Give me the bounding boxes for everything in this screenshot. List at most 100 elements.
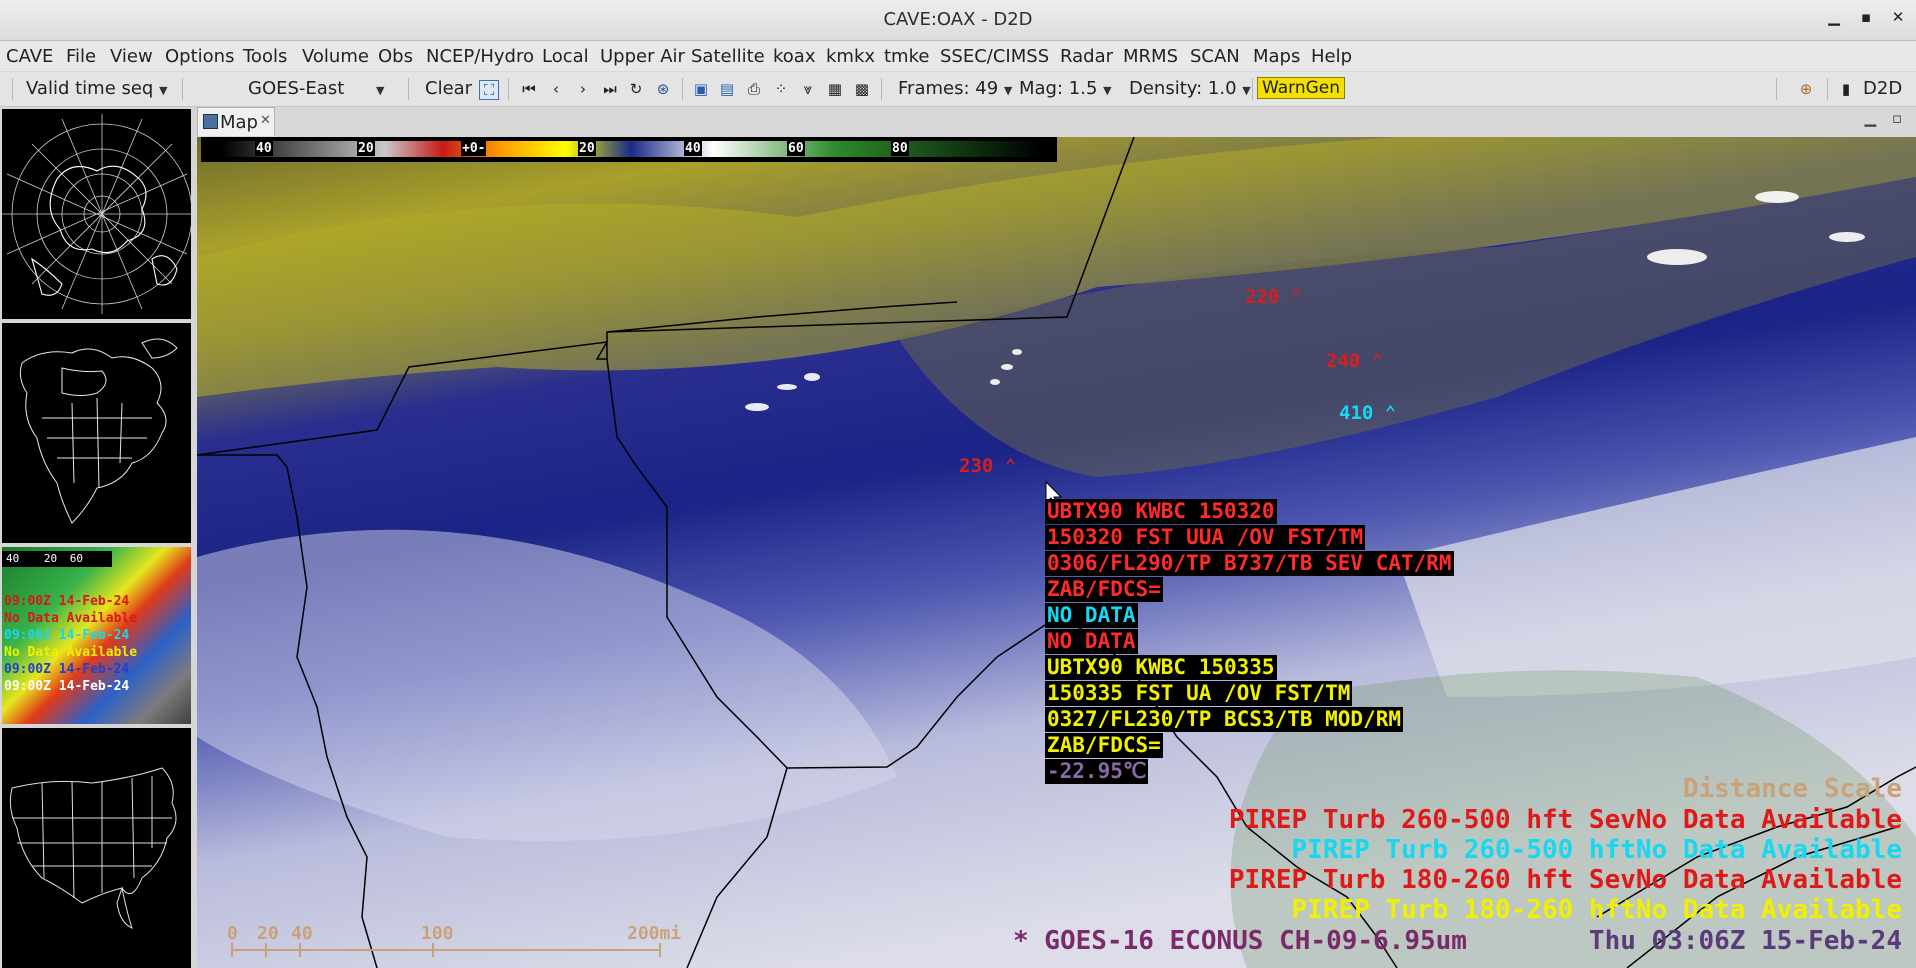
tab-map-label: Map xyxy=(220,112,258,133)
step-back-icon[interactable]: ‹ xyxy=(547,80,565,98)
toggle-density-icon[interactable]: ⩔ xyxy=(799,80,817,98)
density-dropdown[interactable]: Density: 1.0 ▼ xyxy=(1129,78,1251,99)
pirep-marker[interactable]: 220 ⌃ xyxy=(1245,286,1302,308)
sample-line: 150320 FST UUA /OV FST/TM xyxy=(1045,525,1366,550)
thumbnail-time-4: 09:00Z 14-Feb-24 xyxy=(4,679,130,694)
d2d-perspective-icon[interactable]: ▮ xyxy=(1837,80,1855,98)
menu-help[interactable]: Help xyxy=(1311,46,1352,67)
thumbnail-radar-mosaic[interactable]: 40 20 60 09:00Z 14-Feb-24 No Data Availa… xyxy=(2,547,191,724)
d2d-perspective-button[interactable]: D2D xyxy=(1863,78,1902,99)
sample-line: 0306/FL290/TP B737/TB SEV CAT/RM xyxy=(1045,551,1454,576)
turbulence-icon: ⌃ xyxy=(1290,286,1303,308)
menu-ssec-cimss[interactable]: SSEC/CIMSS xyxy=(940,46,1049,67)
minimize-button[interactable]: ▁ xyxy=(1821,8,1847,32)
legend-distance-scale[interactable]: Distance Scale xyxy=(1683,774,1902,804)
menu-cave[interactable]: CAVE xyxy=(6,46,53,67)
chevron-down-icon: ▼ xyxy=(159,84,168,97)
clear-button[interactable]: Clear xyxy=(425,78,472,99)
colorbar-tick: 20 xyxy=(578,141,596,156)
menu-koax[interactable]: koax xyxy=(773,46,815,67)
map-canvas[interactable]: 40 20 +0- 20 40 60 80 220 ⌃ 240 ⌃ 410 ⌃ … xyxy=(197,137,1916,968)
thumbnail-time-3: 09:00Z 14-Feb-24 xyxy=(4,662,130,677)
frames-label: Frames: 49 xyxy=(898,78,999,99)
zoom-extent-icon[interactable]: ⛶ xyxy=(479,80,499,100)
turbulence-icon: ⌃ xyxy=(1004,455,1017,477)
sample-line: 150335 FST UA /OV FST/TM xyxy=(1045,681,1353,706)
sample-line: ZAB/FDCS= xyxy=(1045,733,1163,758)
first-frame-icon[interactable]: ⏮ xyxy=(520,80,538,98)
thumbnail-colorbar: 40 20 60 xyxy=(2,551,112,567)
pirep-marker[interactable]: 410 ⌃ xyxy=(1339,402,1396,424)
legend-pirep-260-500[interactable]: PIREP Turb 260-500 hftNo Data Available xyxy=(1292,835,1902,865)
chevron-down-icon: ▼ xyxy=(375,84,385,97)
sample-icon[interactable]: ⁘ xyxy=(772,80,790,98)
menu-ncep-hydro[interactable]: NCEP/Hydro xyxy=(426,46,534,67)
pirep-marker[interactable]: 230 ⌃ xyxy=(959,455,1016,477)
minimize-view-icon[interactable]: ▁ xyxy=(1864,109,1876,127)
menu-file[interactable]: File xyxy=(66,46,96,67)
legend-product[interactable]: * GOES-16 ECONUS CH-09-6.95um xyxy=(1013,926,1467,956)
turbulence-icon: ⌃ xyxy=(1371,350,1384,372)
sample-line: 0327/FL230/TP BCS3/TB MOD/RM xyxy=(1045,707,1404,732)
mag-dropdown[interactable]: Mag: 1.5 ▼ xyxy=(1019,78,1112,99)
sample-line: NO DATA xyxy=(1045,603,1138,628)
maximize-view-icon[interactable]: ▫ xyxy=(1892,109,1902,127)
colorbar-tick: 40 xyxy=(255,141,273,156)
menu-mrms[interactable]: MRMS xyxy=(1123,46,1178,67)
source-dropdown[interactable]: GOES-East ▼ xyxy=(248,78,384,99)
menu-tools[interactable]: Tools xyxy=(243,46,287,67)
pirep-marker[interactable]: 240 ⌃ xyxy=(1326,350,1383,372)
menu-bar: CAVE File View Options Tools Volume Obs … xyxy=(0,41,1916,71)
four-panel-icon[interactable]: ▩ xyxy=(853,80,871,98)
menu-radar[interactable]: Radar xyxy=(1060,46,1113,67)
menu-kmkx[interactable]: kmkx xyxy=(826,46,875,67)
image-properties-icon[interactable]: ▣ xyxy=(692,80,710,98)
thumbnail-time-2: 09:00Z 14-Feb-24 xyxy=(4,628,130,643)
menu-upper-air[interactable]: Upper Air xyxy=(600,46,685,67)
last-frame-icon[interactable]: ⏭ xyxy=(601,80,619,98)
open-perspective-icon[interactable]: ⊕ xyxy=(1797,80,1815,98)
menu-scan[interactable]: SCAN xyxy=(1190,46,1240,67)
menu-local[interactable]: Local xyxy=(542,46,589,67)
frames-dropdown[interactable]: Frames: 49 ▼ xyxy=(898,78,1012,99)
maximize-button[interactable]: ▪ xyxy=(1853,8,1879,32)
thumbnail-conus-map[interactable] xyxy=(2,728,191,968)
thumbnail-north-america[interactable] xyxy=(2,323,191,543)
colorbar-tick: 80 xyxy=(891,141,909,156)
loop-properties-icon[interactable]: ⊛ xyxy=(654,80,672,98)
colorbar-tick: 60 xyxy=(787,141,805,156)
menu-view[interactable]: View xyxy=(110,46,153,67)
sample-line: UBTX90 KWBC 150320 xyxy=(1045,499,1277,524)
print-icon[interactable]: ⎙ xyxy=(745,80,763,98)
thumbnail-polar-map[interactable] xyxy=(2,109,191,319)
source-label: GOES-East xyxy=(248,78,345,99)
tab-map[interactable]: Map ✕ xyxy=(197,107,275,136)
thumbnail-nodata-2: No Data Available xyxy=(4,645,138,660)
menu-obs[interactable]: Obs xyxy=(378,46,413,67)
chevron-down-icon: ▼ xyxy=(1103,84,1112,97)
colorbar-tick: 40 xyxy=(684,141,702,156)
menu-options[interactable]: Options xyxy=(165,46,234,67)
sample-line: UBTX90 KWBC 150335 xyxy=(1045,655,1277,680)
colorbar: 40 20 +0- 20 40 60 80 xyxy=(197,137,1057,162)
distance-scale-bar: 0 20 40 100 200mi xyxy=(227,923,707,963)
image-combination-icon[interactable]: ▤ xyxy=(718,80,736,98)
warngen-button[interactable]: WarnGen xyxy=(1257,77,1346,99)
panel-layout-icon[interactable]: ▦ xyxy=(826,80,844,98)
legend-pirep-260-500-sev[interactable]: PIREP Turb 260-500 hft SevNo Data Availa… xyxy=(1229,805,1902,835)
thumbnail-nodata-1: No Data Available xyxy=(4,611,138,626)
chevron-down-icon: ▼ xyxy=(1242,84,1251,97)
legend-pirep-180-260-sev[interactable]: PIREP Turb 180-260 hft SevNo Data Availa… xyxy=(1229,865,1902,895)
step-forward-icon[interactable]: › xyxy=(574,80,592,98)
time-mode-dropdown[interactable]: Valid time seq ▼ xyxy=(26,78,168,99)
colorbar-tick: 20 xyxy=(357,141,375,156)
legend-pirep-180-260[interactable]: PIREP Turb 180-260 hftNo Data Available xyxy=(1292,895,1902,925)
menu-tmke[interactable]: tmke xyxy=(884,46,929,67)
close-tab-icon[interactable]: ✕ xyxy=(260,113,271,128)
menu-satellite[interactable]: Satellite xyxy=(691,46,765,67)
loop-icon[interactable]: ↻ xyxy=(627,80,645,98)
menu-volume[interactable]: Volume xyxy=(302,46,369,67)
close-button[interactable]: ✕ xyxy=(1885,8,1911,32)
menu-maps[interactable]: Maps xyxy=(1253,46,1300,67)
time-mode-label: Valid time seq xyxy=(26,78,154,99)
